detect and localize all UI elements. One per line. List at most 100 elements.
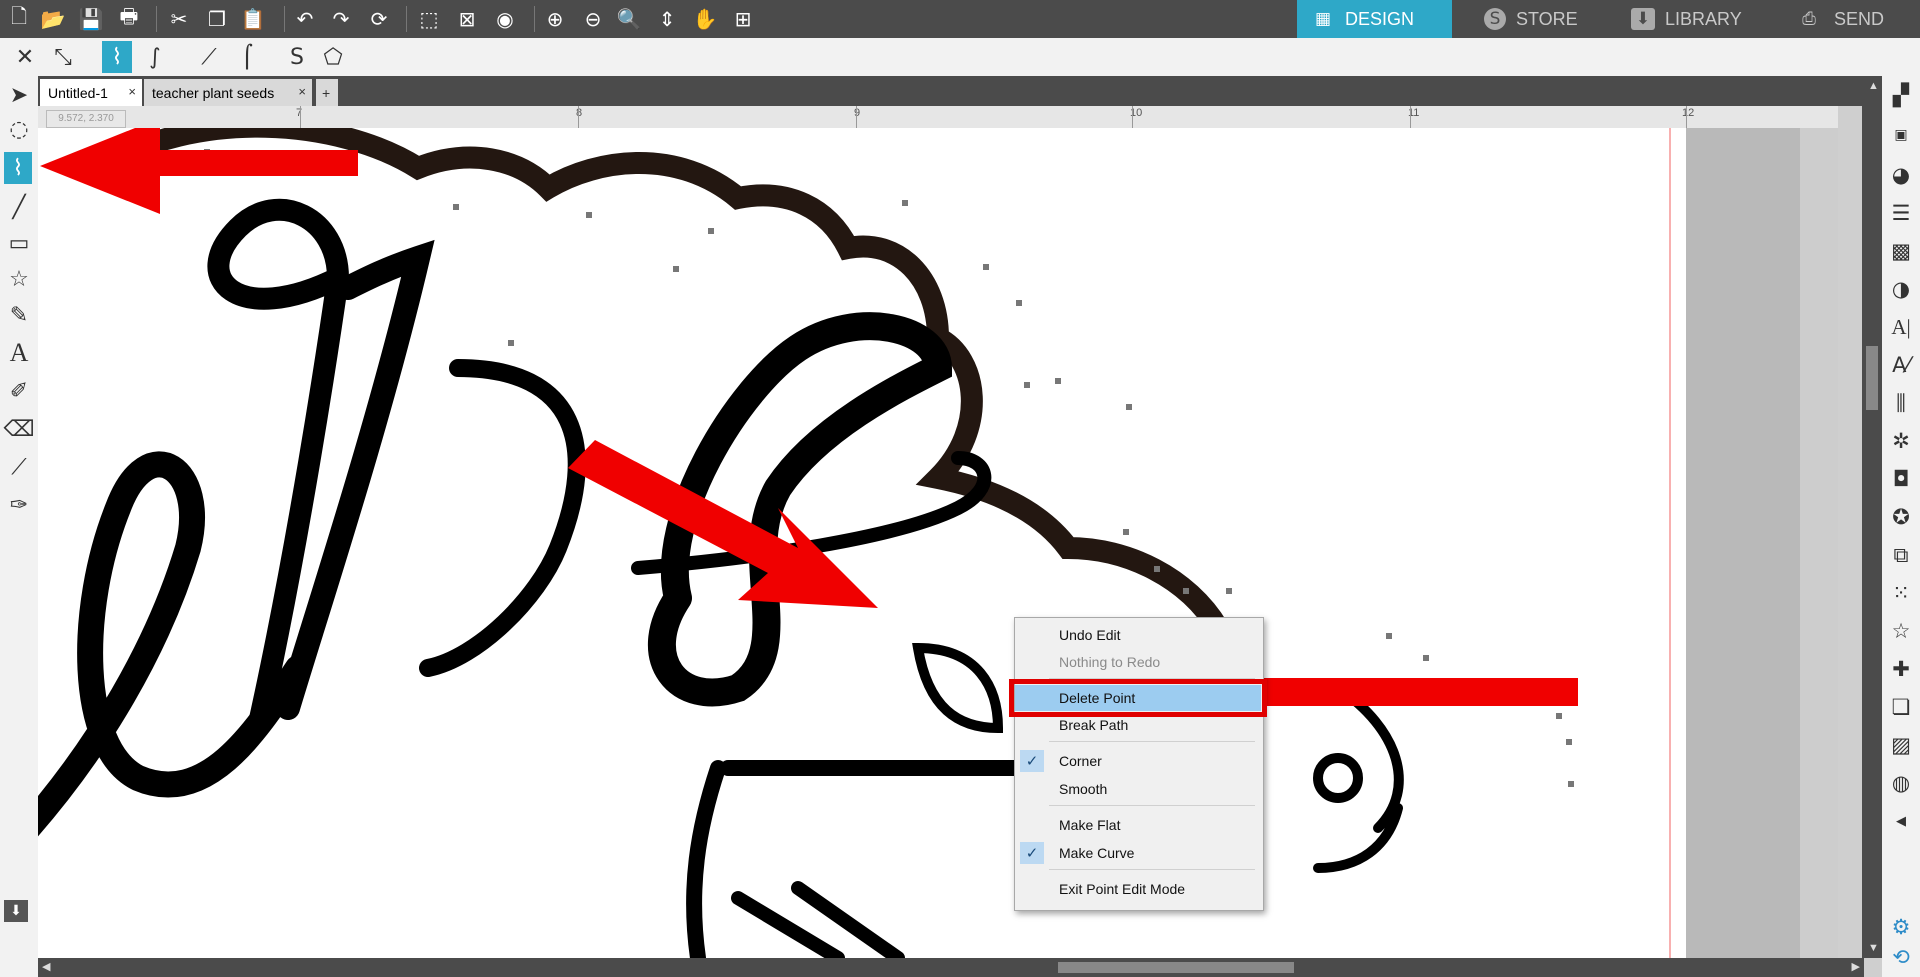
- knife-tool-icon[interactable]: ⟋: [4, 452, 34, 482]
- break-path-icon[interactable]: ⤡: [48, 41, 78, 73]
- close-icon[interactable]: ×: [298, 84, 306, 99]
- sketch-tool-icon[interactable]: ✐: [4, 376, 34, 406]
- pan-icon[interactable]: ✋: [692, 6, 718, 32]
- menu-item-undo-edit[interactable]: Undo Edit: [1015, 622, 1261, 648]
- menu-item-corner[interactable]: ✓ Corner: [1015, 748, 1261, 774]
- layers-icon[interactable]: ❏: [1886, 692, 1916, 722]
- pencil-tool-icon[interactable]: ✎: [4, 300, 34, 330]
- horizontal-ruler: 7 8 9 10 11 12: [38, 106, 1838, 129]
- tab-store-label: STORE: [1516, 8, 1578, 29]
- eyedropper-tool-icon[interactable]: ✑: [4, 490, 34, 520]
- scroll-thumb[interactable]: [1866, 346, 1878, 410]
- store-icon: S: [1484, 8, 1506, 30]
- eraser-tool-icon[interactable]: ⌫: [3, 414, 34, 444]
- tab-store[interactable]: S STORE: [1470, 0, 1625, 38]
- line-style-icon[interactable]: ☰: [1886, 198, 1916, 228]
- redo-icon[interactable]: ↷: [328, 6, 354, 32]
- select-color-icon[interactable]: ◉: [492, 6, 518, 32]
- tab-design[interactable]: ▦ DESIGN: [1297, 0, 1452, 38]
- smooth-point-icon[interactable]: ∫: [140, 41, 170, 73]
- print-icon[interactable]: 🖶: [116, 4, 142, 32]
- menu-item-make-flat[interactable]: Make Flat: [1015, 812, 1261, 838]
- star-icon[interactable]: ☆: [1886, 616, 1916, 646]
- horizontal-scrollbar[interactable]: ◀ ▶: [38, 958, 1864, 977]
- menu-item-make-curve[interactable]: ✓ Make Curve: [1015, 840, 1261, 866]
- scroll-thumb[interactable]: [1058, 962, 1294, 973]
- sketch-icon[interactable]: ⁙: [1886, 578, 1916, 608]
- pixscan-icon[interactable]: ▣: [1886, 120, 1916, 150]
- puzzle-icon[interactable]: ✚: [1886, 654, 1916, 684]
- menu-item-break-path[interactable]: Break Path: [1015, 712, 1261, 738]
- tab-library-label: LIBRARY: [1665, 8, 1742, 29]
- document-tabs: Untitled-1 × teacher plant seeds × +: [38, 76, 1864, 106]
- trace-icon[interactable]: ⧉: [1886, 540, 1916, 570]
- delete-point-icon[interactable]: ✕: [10, 41, 40, 73]
- polygon-tool-icon[interactable]: ☆: [4, 264, 34, 294]
- fit-page-icon[interactable]: ⊞: [730, 6, 756, 32]
- curve-point-icon[interactable]: ⌇: [102, 41, 132, 73]
- modify-icon[interactable]: ◘: [1886, 464, 1916, 494]
- new-icon[interactable]: 🗋: [6, 4, 32, 32]
- tab-library[interactable]: ⬇ LIBRARY: [1617, 0, 1772, 38]
- lasso-tool-icon[interactable]: ◌: [4, 114, 34, 144]
- grid-icon: ▦: [1314, 9, 1332, 29]
- menu-item-smooth[interactable]: Smooth: [1015, 776, 1261, 802]
- doc-tab-untitled[interactable]: Untitled-1 ×: [40, 79, 142, 106]
- zoom-select-icon[interactable]: 🔍: [616, 6, 642, 32]
- menu-item-exit-point-edit-mode[interactable]: Exit Point Edit Mode: [1015, 876, 1261, 902]
- paste-icon[interactable]: 📋: [240, 6, 266, 32]
- main-toolbar: 🗋 📂 💾 🖶 ✂ ❐ 📋 ↶ ↷ ⟳ ⬚ ⊠ ◉ ⊕ ⊖ 🔍 ⇕ ✋ ⊞ ▦ D…: [0, 0, 1920, 38]
- page-setup-icon[interactable]: ▞: [1886, 80, 1916, 110]
- canvas-margin-edge: [1800, 128, 1838, 958]
- menu-item-delete-point[interactable]: Delete Point: [1009, 679, 1267, 717]
- zoom-in-icon[interactable]: ⊕: [542, 6, 568, 32]
- drag-icon[interactable]: ⇕: [654, 6, 680, 32]
- make-curve-icon[interactable]: ⌠: [232, 41, 262, 73]
- deselect-icon[interactable]: ⊠: [454, 6, 480, 32]
- library-panel-icon[interactable]: ⬇: [4, 900, 28, 922]
- menu-item-label: Exit Point Edit Mode: [1059, 881, 1186, 897]
- menu-item-label: Corner: [1059, 753, 1102, 769]
- cursor-coordinates: 9.572, 2.370: [46, 110, 126, 128]
- s-curve-icon[interactable]: S: [282, 41, 312, 73]
- menu-item-nothing-to-redo: Nothing to Redo: [1015, 649, 1261, 675]
- vertical-scrollbar[interactable]: ▲ ▼: [1862, 76, 1882, 958]
- line-tool-icon[interactable]: ╱: [4, 192, 34, 222]
- text-style-icon[interactable]: A|: [1886, 312, 1916, 342]
- settings-icon[interactable]: ⚙: [1886, 912, 1916, 942]
- image-effects-icon[interactable]: ▩: [1886, 236, 1916, 266]
- refresh-icon[interactable]: ⟳: [366, 6, 392, 32]
- point-edit-tool-icon[interactable]: ⌇: [4, 152, 32, 184]
- copy-icon[interactable]: ❐: [204, 6, 230, 32]
- open-icon[interactable]: 📂: [40, 6, 66, 32]
- collapse-panel-icon[interactable]: ◀: [1886, 806, 1916, 836]
- contrast-icon[interactable]: ◑: [1886, 274, 1916, 304]
- text-tool-icon[interactable]: A: [4, 338, 34, 368]
- point-context-menu: Undo Edit Nothing to Redo Delete Point B…: [1009, 617, 1267, 911]
- select-tool-icon[interactable]: ➤: [4, 80, 34, 110]
- offset-icon[interactable]: ✪: [1886, 502, 1916, 532]
- new-tab-button[interactable]: +: [316, 79, 338, 106]
- make-flat-icon[interactable]: ⟋: [194, 41, 224, 73]
- design-canvas[interactable]: [38, 128, 1838, 958]
- fill-color-icon[interactable]: ◕: [1886, 160, 1916, 190]
- zoom-out-icon[interactable]: ⊖: [580, 6, 606, 32]
- hatch-icon[interactable]: ▨: [1886, 730, 1916, 760]
- polygon-icon[interactable]: ⬠: [318, 41, 348, 73]
- left-toolbar: ➤ ◌ ⌇ ╱ ▭ ☆ ✎ A ✐ ⌫ ⟋ ✑ ⬇: [0, 76, 38, 977]
- select-all-icon[interactable]: ⬚: [416, 6, 442, 32]
- close-icon[interactable]: ×: [128, 84, 136, 99]
- doc-tab-teacher-plant-seeds[interactable]: teacher plant seeds ×: [144, 79, 312, 106]
- sync-icon[interactable]: ⟲: [1886, 942, 1916, 972]
- text-to-path-icon[interactable]: A⁄: [1886, 350, 1916, 380]
- save-icon[interactable]: 💾: [78, 6, 104, 32]
- globe-icon[interactable]: ◍: [1886, 768, 1916, 798]
- tab-send[interactable]: ⎙ SEND: [1780, 0, 1920, 38]
- cut-icon[interactable]: ✂: [166, 6, 192, 32]
- menu-item-label: Break Path: [1059, 717, 1129, 733]
- replicate-icon[interactable]: ✲: [1886, 426, 1916, 456]
- undo-icon[interactable]: ↶: [292, 6, 318, 32]
- align-icon[interactable]: ⫼: [1886, 388, 1916, 418]
- doc-tab-label: Untitled-1: [48, 84, 108, 101]
- rectangle-tool-icon[interactable]: ▭: [4, 228, 34, 258]
